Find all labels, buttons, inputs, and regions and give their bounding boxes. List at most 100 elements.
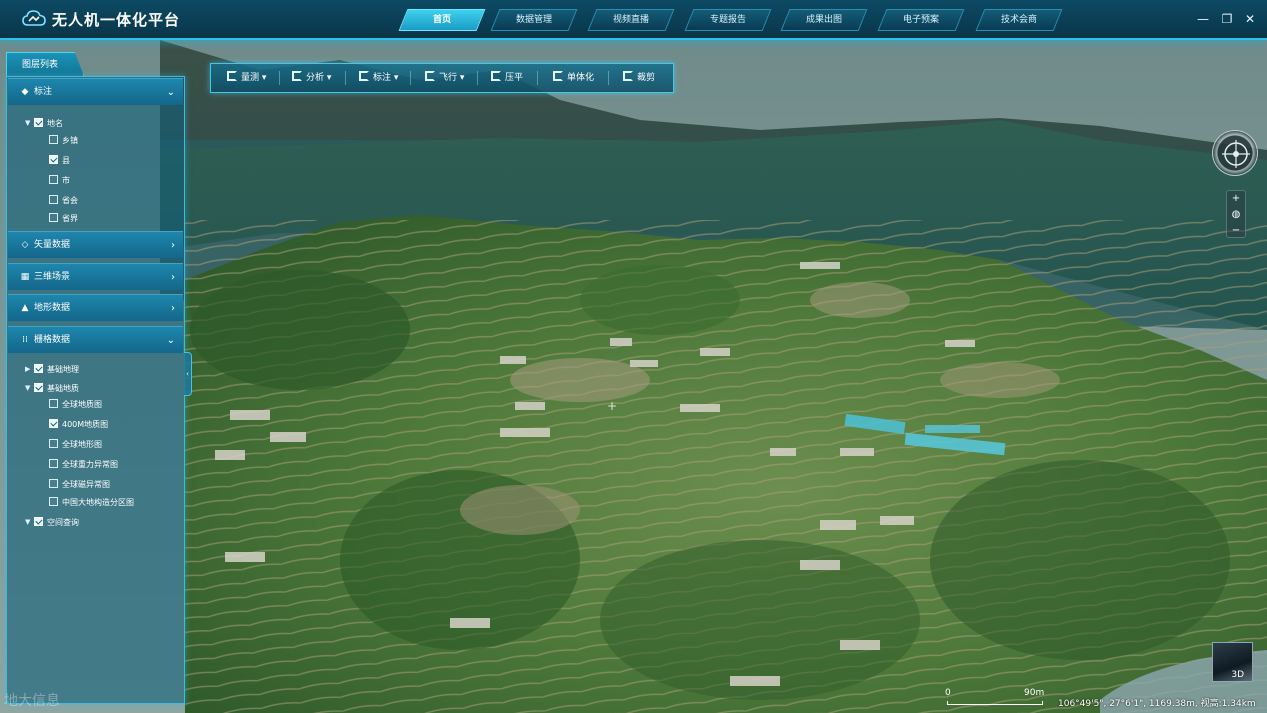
tab-data-management[interactable]: 数据管理: [490, 9, 578, 31]
measure-button[interactable]: 量测 ▾: [227, 64, 266, 92]
scale-line: [947, 701, 1043, 705]
checkbox[interactable]: [34, 517, 43, 526]
compass-control[interactable]: [1212, 130, 1258, 176]
tree-node-county[interactable]: 县: [49, 152, 70, 170]
crosshair-icon: +: [607, 399, 618, 413]
checkbox[interactable]: [49, 135, 58, 144]
group-raster[interactable]: ⁞⁞ 栅格数据 ⌄: [8, 326, 183, 353]
group-label: 标注: [34, 87, 53, 97]
clip-icon: [623, 71, 633, 81]
tree-node-city[interactable]: 市: [49, 172, 70, 190]
caret-right-icon[interactable]: ▶: [25, 360, 34, 378]
tree-node-tectonic-zoning[interactable]: 中国大地构造分区图: [49, 494, 134, 512]
tab-home[interactable]: 首页: [398, 9, 486, 31]
watermark: 地大信息: [4, 693, 60, 709]
checkbox[interactable]: [49, 497, 58, 506]
flight-icon: [425, 71, 435, 81]
chevron-right-icon: ›: [171, 240, 175, 251]
group-vector[interactable]: ◇ 矢量数据 ›: [8, 231, 183, 258]
layer-list-tab[interactable]: 图层列表: [6, 52, 84, 76]
monomer-button[interactable]: 单体化: [553, 64, 594, 92]
checkbox[interactable]: [49, 195, 58, 204]
flight-button[interactable]: 飞行 ▾: [425, 64, 464, 92]
grid-icon: ⁞⁞: [22, 335, 28, 345]
vector-icon: ◇: [21, 240, 29, 250]
flatten-icon: [491, 71, 501, 81]
checkbox[interactable]: [49, 213, 58, 222]
tree-node-province-border[interactable]: 省界: [49, 210, 78, 228]
divider: [345, 71, 346, 85]
minimize-icon[interactable]: —: [1195, 10, 1211, 28]
zoom-control: + ◍ −: [1226, 190, 1246, 238]
tab-map-output[interactable]: 成果出图: [780, 9, 868, 31]
analysis-button[interactable]: 分析 ▾: [292, 64, 331, 92]
scale-start-label: 0: [945, 688, 951, 698]
globe-icon[interactable]: ◍: [1227, 207, 1245, 223]
annotate-button[interactable]: 标注 ▾: [359, 64, 398, 92]
tree-node-capital[interactable]: 省会: [49, 192, 78, 210]
tab-tech-consultation[interactable]: 技术会商: [975, 9, 1063, 31]
divider: [608, 71, 609, 85]
checkbox[interactable]: [34, 118, 43, 127]
tab-video-live[interactable]: 视频直播: [587, 9, 675, 31]
terrain-icon: ▲: [21, 303, 29, 313]
tree-node-basic-geography[interactable]: ▶ 基础地理: [25, 360, 79, 378]
top-bar: 无人机一体化平台 首页 数据管理 视频直播 专题报告 成果出图 电子预案 技术会…: [0, 0, 1267, 40]
tree-node-spatial-query[interactable]: ▼ 空间查询: [25, 513, 79, 531]
checkbox[interactable]: [34, 364, 43, 373]
caret-down-icon[interactable]: ▼: [25, 379, 34, 397]
divider: [537, 71, 538, 85]
annotation-icon: [359, 71, 369, 81]
zoom-in-button[interactable]: +: [1227, 191, 1245, 207]
tree-node-township[interactable]: 乡镇: [49, 132, 78, 150]
chevron-right-icon: ›: [171, 272, 175, 283]
view-mode-3d-button[interactable]: 3D: [1212, 642, 1253, 682]
chevron-right-icon: ›: [171, 303, 175, 314]
tree-node-gravity-anomaly[interactable]: 全球重力异常图: [49, 456, 118, 474]
chevron-left-icon: ‹: [186, 370, 189, 378]
group-terrain[interactable]: ▲ 地形数据 ›: [8, 294, 183, 321]
cloud-logo-icon: [22, 10, 46, 26]
checkbox[interactable]: [34, 383, 43, 392]
analysis-icon: [292, 71, 302, 81]
checkbox[interactable]: [49, 155, 58, 164]
caret-down-icon[interactable]: ▼: [25, 114, 34, 132]
clip-button[interactable]: 裁剪: [623, 64, 655, 92]
tag-icon: ◆: [21, 87, 29, 97]
divider: [477, 71, 478, 85]
tool-bar: 量测 ▾ 分析 ▾ 标注 ▾ 飞行 ▾ 压平 单体化 裁剪: [210, 63, 674, 93]
tab-thematic-report[interactable]: 专题报告: [684, 9, 772, 31]
group-annotation[interactable]: ◆ 标注 ⌄: [8, 78, 183, 105]
divider: [410, 71, 411, 85]
ruler-icon: [227, 71, 237, 81]
close-icon[interactable]: ✕: [1242, 10, 1258, 28]
checkbox[interactable]: [49, 479, 58, 488]
tree-node-basic-geology[interactable]: ▼ 基础地质: [25, 379, 79, 397]
checkbox[interactable]: [49, 459, 58, 468]
checkbox[interactable]: [49, 399, 58, 408]
tree-node-400m-geology[interactable]: 400M地质图: [49, 416, 108, 434]
tree-node-global-terrain[interactable]: 全球地形图: [49, 436, 102, 454]
checkbox[interactable]: [49, 175, 58, 184]
tree-node-place-names[interactable]: ▼ 地名: [25, 114, 63, 132]
monomer-icon: [553, 71, 563, 81]
tree-node-global-geology[interactable]: 全球地质图: [49, 396, 102, 414]
compass-icon: [1222, 140, 1250, 168]
checkbox[interactable]: [49, 419, 58, 428]
divider: [279, 71, 280, 85]
coordinate-readout: 106°49'5", 27°6'1", 1169.38m, 视高:1.34km: [1058, 699, 1256, 709]
group-3d-scene[interactable]: ▦ 三维场景 ›: [8, 263, 183, 290]
tree-node-magnetic-anomaly[interactable]: 全球磁异常图: [49, 476, 110, 494]
caret-down-icon[interactable]: ▼: [25, 513, 34, 531]
app-title: 无人机一体化平台: [52, 11, 181, 29]
zoom-out-button[interactable]: −: [1227, 223, 1245, 239]
scene-icon: ▦: [20, 272, 30, 282]
chevron-down-icon: ⌄: [166, 335, 175, 346]
panel-collapse-handle[interactable]: ‹: [184, 352, 192, 396]
restore-icon[interactable]: ❐: [1219, 10, 1235, 28]
tab-emergency-plan[interactable]: 电子预案: [877, 9, 965, 31]
scale-bar: 0 90m: [945, 688, 1045, 708]
checkbox[interactable]: [49, 439, 58, 448]
chevron-down-icon: ⌄: [166, 87, 175, 98]
flatten-button[interactable]: 压平: [491, 64, 523, 92]
